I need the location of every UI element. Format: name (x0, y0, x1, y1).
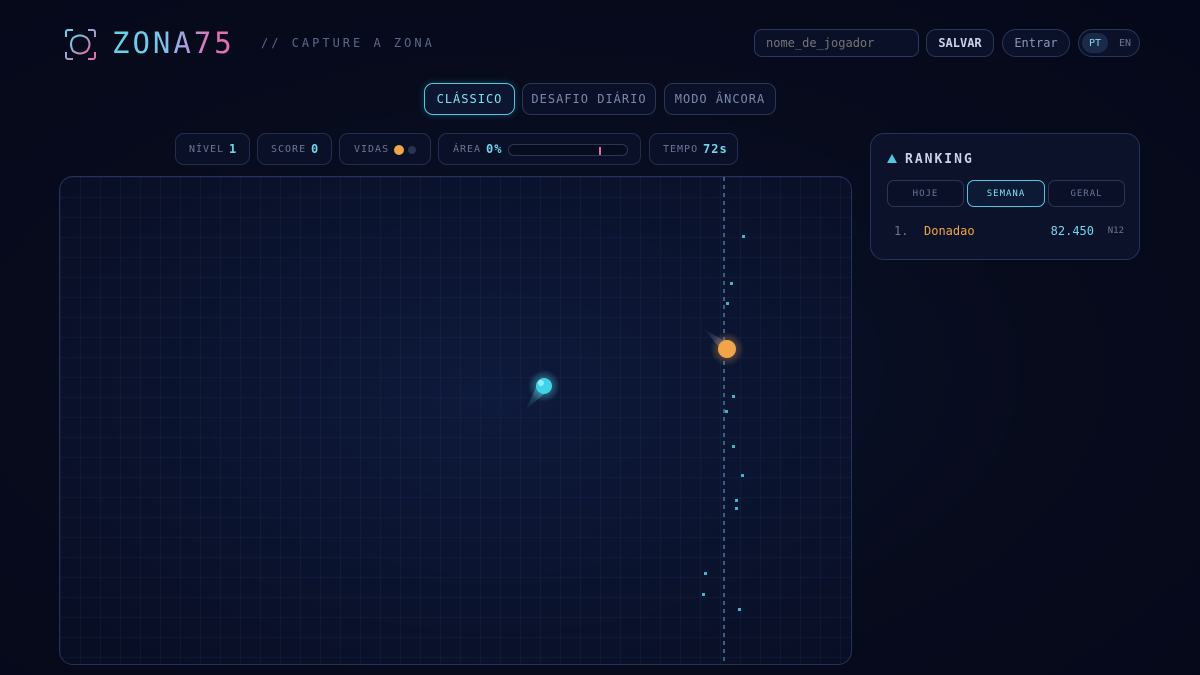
area-label: ÁREA (453, 144, 482, 155)
particle (732, 395, 735, 398)
particle (732, 445, 735, 448)
score-label: SCORE (271, 144, 307, 155)
area-value: 0% (486, 142, 503, 156)
ranking-tab-week[interactable]: SEMANA (967, 180, 1045, 207)
time-label: TEMPO (663, 144, 699, 155)
time-stat: TEMPO 72s (649, 133, 738, 165)
particle (702, 593, 705, 596)
score-stat: SCORE 0 (257, 133, 332, 165)
particle (741, 474, 744, 477)
particle (735, 499, 738, 502)
life-dot (394, 145, 404, 155)
ranking-tab-overall[interactable]: GERAL (1048, 180, 1125, 207)
ranking-level: N12 (1107, 226, 1124, 236)
enemy-ball (718, 340, 736, 358)
particle (704, 572, 707, 575)
ranking-position: 1. (894, 224, 909, 238)
ranking-player-name: Donadao (924, 224, 975, 238)
lang-pt-button[interactable]: PT (1082, 33, 1108, 53)
ranking-row: 1. Donadao 82.450 N12 (894, 224, 1124, 240)
game-canvas (526, 177, 745, 664)
time-value: 72s (703, 142, 728, 156)
ranking-tab-today[interactable]: HOJE (887, 180, 964, 207)
player-ball (536, 378, 552, 394)
level-label: NÍVEL (189, 144, 225, 155)
lives-label: VIDAS (354, 144, 390, 155)
particle (742, 235, 745, 238)
ranking-panel: RANKING HOJE SEMANA GERAL 1. Donadao 82.… (870, 133, 1140, 260)
area-target-marker (598, 147, 601, 155)
header: ZONA75 // CAPTURE A ZONA SALVAR Entrar P… (64, 26, 1140, 60)
triangle-icon (887, 154, 897, 163)
player-name-input[interactable] (754, 29, 919, 57)
tab-daily-challenge[interactable]: DESAFIO DIÁRIO (522, 83, 656, 115)
particle (730, 282, 733, 285)
login-button[interactable]: Entrar (1002, 29, 1070, 57)
app-title: ZONA75 (112, 26, 235, 60)
language-toggle: PT EN (1078, 29, 1140, 57)
ranking-title: RANKING (905, 152, 974, 167)
save-button[interactable]: SALVAR (926, 29, 994, 57)
particle (725, 410, 728, 413)
particle (738, 608, 741, 611)
tab-classic[interactable]: CLÁSSICO (424, 83, 515, 115)
game-board[interactable] (59, 176, 852, 665)
area-progress-bar (508, 144, 628, 156)
mode-tabs: CLÁSSICO DESAFIO DIÁRIO MODO ÂNCORA (0, 83, 1200, 115)
level-value: 1 (229, 142, 238, 156)
life-dot (408, 146, 416, 154)
lives-stat: VIDAS (339, 133, 431, 165)
area-stat: ÁREA 0% (438, 133, 641, 165)
zone-capture-icon (65, 29, 96, 60)
particle (735, 507, 738, 510)
ranking-score: 82.450 (1050, 224, 1094, 238)
level-stat: NÍVEL 1 (175, 133, 250, 165)
tagline: // CAPTURE A ZONA (261, 36, 435, 50)
player-ball-highlight (538, 380, 544, 386)
tab-anchor-mode[interactable]: MODO ÂNCORA (664, 83, 776, 115)
score-value: 0 (311, 142, 320, 156)
particle (726, 302, 729, 305)
lang-en-button[interactable]: EN (1113, 33, 1137, 53)
